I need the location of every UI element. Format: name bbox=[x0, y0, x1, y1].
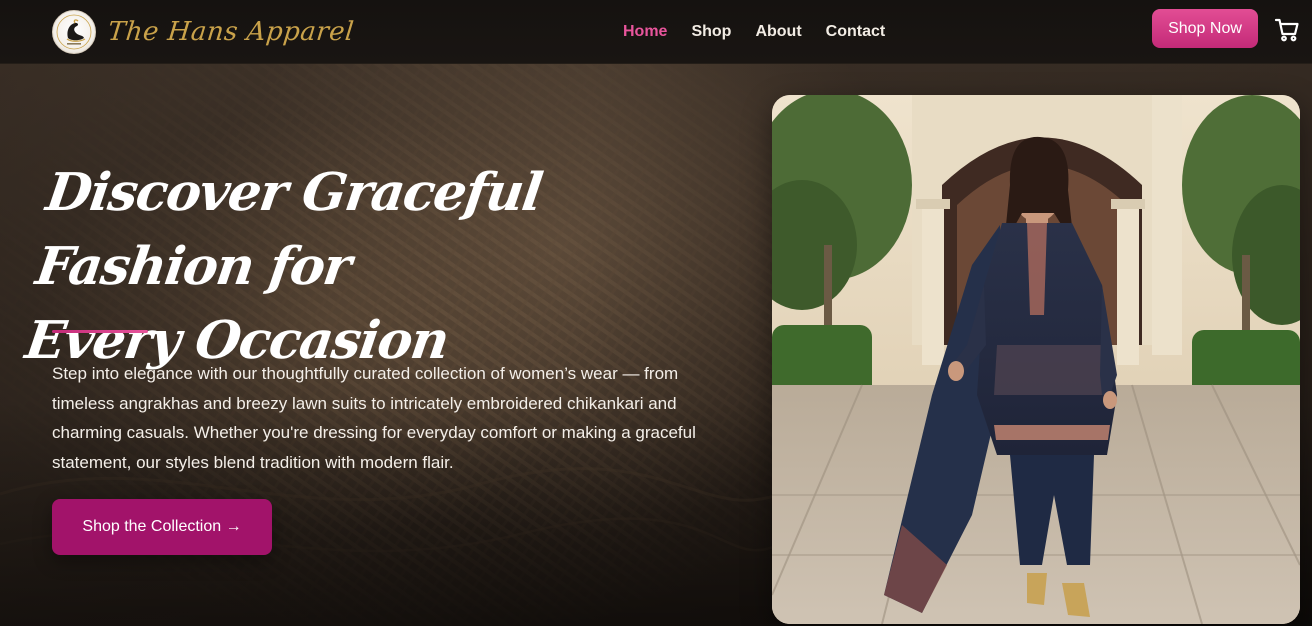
top-navbar: The Hans Apparel Home Shop About Contact… bbox=[0, 0, 1312, 64]
brand-name: The Hans Apparel bbox=[106, 16, 356, 47]
swan-icon bbox=[52, 9, 96, 54]
brand-logo-link[interactable]: The Hans Apparel bbox=[52, 9, 356, 54]
cart-icon[interactable] bbox=[1274, 17, 1300, 43]
hero-description: Step into elegance with our thoughtfully… bbox=[52, 364, 696, 472]
hero-model-photo bbox=[772, 95, 1300, 624]
headline-accent-divider bbox=[52, 330, 148, 333]
nav-link-contact[interactable]: Contact bbox=[826, 23, 886, 41]
shop-now-button[interactable]: Shop Now bbox=[1152, 9, 1258, 48]
hero-headline-line-1: Discover Graceful Fashion for bbox=[32, 162, 546, 297]
hero-headline: Discover Graceful Fashion for Every Occa… bbox=[21, 156, 692, 378]
main-nav: Home Shop About Contact bbox=[623, 0, 885, 64]
nav-link-about[interactable]: About bbox=[755, 23, 801, 41]
nav-link-shop[interactable]: Shop bbox=[691, 23, 731, 41]
nav-link-home[interactable]: Home bbox=[623, 23, 667, 41]
shop-collection-button[interactable]: Shop the Collection → bbox=[52, 499, 272, 555]
